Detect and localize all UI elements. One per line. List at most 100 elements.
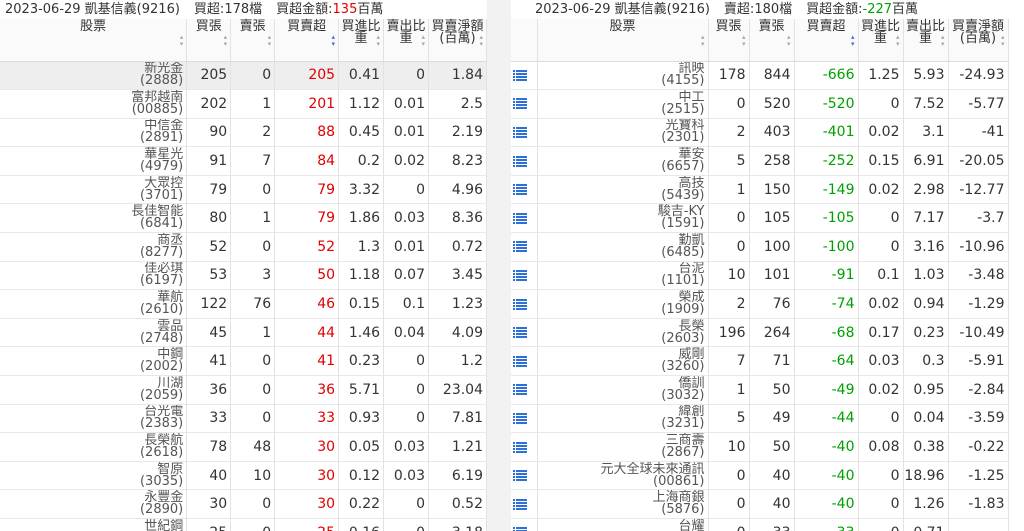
stock-name-cell[interactable]: 威剛 (3260) (537, 346, 709, 377)
table-row[interactable]: 高技 (5439) 1 150 -149 0.02 2.98 -12.77 (511, 175, 1009, 205)
left-header-buy-ratio[interactable]: 買進比重 ▴ ▾ (338, 19, 385, 62)
table-row[interactable]: 華安 (6657) 5 258 -252 0.15 6.91 -20.05 (511, 146, 1009, 176)
stock-name-cell[interactable]: 華安 (6657) (537, 146, 709, 176)
table-row[interactable]: 華航 (2610) 122 76 46 0.15 0.1 1.23 (0, 289, 487, 319)
row-detail-button[interactable] (511, 461, 538, 491)
stock-name-cell[interactable]: 中工 (2515) (537, 89, 709, 119)
table-row[interactable]: 大眾控 (3701) 79 0 79 3.32 0 4.96 (0, 175, 487, 205)
row-detail-button[interactable] (511, 175, 538, 205)
stock-name-cell[interactable]: 長榮航 (2618) (0, 432, 188, 462)
right-header-net-amount[interactable]: 買賣淨額(百萬) ▴ ▾ (948, 19, 1009, 62)
stock-name-cell[interactable]: 雲品 (2748) (0, 318, 188, 348)
table-row[interactable]: 台耀(4746)033-3300.71- (511, 518, 1009, 531)
stock-name-cell[interactable]: 元大全球未來通訊 (00861) (537, 461, 709, 491)
table-row[interactable]: 富邦越南 (00885) 202 1 201 1.12 0.01 2.5 (0, 89, 487, 119)
row-detail-button[interactable] (511, 289, 538, 319)
table-row[interactable]: 佳必琪 (6197) 53 3 50 1.18 0.07 3.45 (0, 261, 487, 291)
table-row[interactable]: 永豐金 (2890) 30 0 30 0.22 0 0.52 (0, 489, 487, 519)
stock-name-cell[interactable]: 三商壽 (2867) (537, 432, 709, 462)
row-detail-button[interactable] (511, 404, 538, 434)
row-detail-button[interactable] (511, 346, 538, 377)
stock-name-cell[interactable]: 中信金 (2891) (0, 118, 188, 148)
stock-name-cell[interactable]: 世紀鋼(9958) (0, 518, 188, 531)
right-header-net[interactable]: 買賣超 ▴ ▾ (794, 19, 859, 62)
right-header-buy-ratio[interactable]: 買進比重 ▴ ▾ (858, 19, 904, 62)
table-row[interactable]: 華星光 (4979) 91 7 84 0.2 0.02 8.23 (0, 146, 487, 176)
cell-buy-ratio: 0.02 (858, 289, 904, 319)
left-header-net[interactable]: 買賣超 ▴ ▾ (274, 19, 340, 62)
stock-name-cell[interactable]: 華航 (2610) (0, 289, 188, 319)
table-row[interactable]: 中鋼 (2002) 41 0 41 0.23 0 1.2 (0, 346, 487, 377)
row-detail-button[interactable] (511, 232, 538, 262)
row-detail-button[interactable] (511, 61, 538, 91)
stock-name-cell[interactable]: 高技 (5439) (537, 175, 709, 205)
table-row[interactable]: 長佳智能 (6841) 80 1 79 1.86 0.03 8.36 (0, 203, 487, 234)
stock-name-cell[interactable]: 長榮 (2603) (537, 318, 709, 348)
row-detail-button[interactable] (511, 318, 538, 348)
stock-name-cell[interactable]: 佳必琪 (6197) (0, 261, 188, 291)
table-row[interactable]: 中信金 (2891) 90 2 88 0.45 0.01 2.19 (0, 118, 487, 148)
table-row[interactable]: 僑訓 (3032) 1 50 -49 0.02 0.95 -2.84 (511, 375, 1009, 405)
stock-name-cell[interactable]: 永豐金 (2890) (0, 489, 188, 519)
table-row[interactable]: 駿吉-KY (1591) 0 105 -105 0 7.17 -3.7 (511, 203, 1009, 234)
table-row[interactable]: 智原 (3035) 40 10 30 0.12 0.03 6.19 (0, 461, 487, 491)
table-row[interactable]: 榮成 (1909) 2 76 -74 0.02 0.94 -1.29 (511, 289, 1009, 319)
table-row[interactable]: 緯創 (3231) 5 49 -44 0 0.04 -3.59 (511, 404, 1009, 434)
stock-name-cell[interactable]: 新光金 (2888) (0, 61, 188, 91)
stock-name-cell[interactable]: 中鋼 (2002) (0, 346, 188, 377)
left-header-sell-ratio[interactable]: 賣出比重 ▴ ▾ (383, 19, 429, 62)
right-header-sell-ratio[interactable]: 賣出比重 ▴ ▾ (903, 19, 949, 62)
table-row[interactable]: 長榮航 (2618) 78 48 30 0.05 0.03 1.21 (0, 432, 487, 462)
stock-name-cell[interactable]: 智原 (3035) (0, 461, 188, 491)
right-header-buy-volume[interactable]: 買張 ▴ ▾ (708, 19, 750, 62)
row-detail-button[interactable] (511, 146, 538, 176)
table-row[interactable]: 商丞 (8277) 52 0 52 1.3 0.01 0.72 (0, 232, 487, 262)
stock-name-cell[interactable]: 勤凱 (6485) (537, 232, 709, 262)
left-header-sell-volume[interactable]: 賣張 ▴ ▾ (230, 19, 276, 62)
stock-name-cell[interactable]: 華星光 (4979) (0, 146, 188, 176)
table-row[interactable]: 雲品 (2748) 45 1 44 1.46 0.04 4.09 (0, 318, 487, 348)
stock-name-cell[interactable]: 台泥 (1101) (537, 261, 709, 291)
stock-name-cell[interactable]: 商丞 (8277) (0, 232, 188, 262)
row-detail-button[interactable] (511, 489, 538, 519)
row-detail-button[interactable] (511, 203, 538, 234)
stock-name-cell[interactable]: 上海商銀 (5876) (537, 489, 709, 519)
stock-name-cell[interactable]: 光寶科 (2301) (537, 118, 709, 148)
row-detail-button[interactable] (511, 375, 538, 405)
table-row[interactable]: 勤凱 (6485) 0 100 -100 0 3.16 -10.96 (511, 232, 1009, 262)
stock-name-cell[interactable]: 台光電 (2383) (0, 404, 188, 434)
table-row[interactable]: 威剛 (3260) 7 71 -64 0.03 0.3 -5.91 (511, 346, 1009, 377)
stock-name-cell[interactable]: 駿吉-KY (1591) (537, 203, 709, 234)
row-detail-button[interactable] (511, 518, 538, 531)
stock-name-cell[interactable]: 僑訓 (3032) (537, 375, 709, 405)
left-header-net-amount[interactable]: 買賣淨額(百萬) ▴ ▾ (428, 19, 487, 62)
table-row[interactable]: 台泥 (1101) 10 101 -91 0.1 1.03 -3.48 (511, 261, 1009, 291)
table-row[interactable]: 光寶科 (2301) 2 403 -401 0.02 3.1 -41 (511, 118, 1009, 148)
table-row[interactable]: 長榮 (2603) 196 264 -68 0.17 0.23 -10.49 (511, 318, 1009, 348)
stock-name-cell[interactable]: 川湖 (2059) (0, 375, 188, 405)
table-row[interactable]: 中工 (2515) 0 520 -520 0 7.52 -5.77 (511, 89, 1009, 119)
table-row[interactable]: 訊映 (4155) 178 844 -666 1.25 5.93 -24.93 (511, 61, 1009, 91)
stock-name-cell[interactable]: 長佳智能 (6841) (0, 203, 188, 234)
table-row[interactable]: 新光金 (2888) 205 0 205 0.41 0 1.84 (0, 61, 487, 91)
table-row[interactable]: 上海商銀 (5876) 0 40 -40 0 1.26 -1.83 (511, 489, 1009, 519)
row-detail-button[interactable] (511, 118, 538, 148)
table-row[interactable]: 元大全球未來通訊 (00861) 0 40 -40 0 18.96 -1.25 (511, 461, 1009, 491)
table-row[interactable]: 台光電 (2383) 33 0 33 0.93 0 7.81 (0, 404, 487, 434)
stock-name-cell[interactable]: 榮成 (1909) (537, 289, 709, 319)
row-detail-button[interactable] (511, 89, 538, 119)
stock-name-cell[interactable]: 富邦越南 (00885) (0, 89, 188, 119)
table-row[interactable]: 世紀鋼(9958)250250.1603.18 (0, 518, 487, 531)
left-header-buy-volume[interactable]: 買張 ▴ ▾ (186, 19, 232, 62)
stock-name-cell[interactable]: 台耀(4746) (537, 518, 709, 531)
stock-name-cell[interactable]: 訊映 (4155) (537, 61, 709, 91)
right-header-sell-volume[interactable]: 賣張 ▴ ▾ (749, 19, 795, 62)
stock-name-cell[interactable]: 大眾控 (3701) (0, 175, 188, 205)
row-detail-button[interactable] (511, 261, 538, 291)
table-row[interactable]: 川湖 (2059) 36 0 36 5.71 0 23.04 (0, 375, 487, 405)
left-header-stock[interactable]: 股票 ▴ ▾ (0, 19, 188, 62)
table-row[interactable]: 三商壽 (2867) 10 50 -40 0.08 0.38 -0.22 (511, 432, 1009, 462)
stock-name-cell[interactable]: 緯創 (3231) (537, 404, 709, 434)
row-detail-button[interactable] (511, 432, 538, 462)
right-header-stock[interactable]: 股票 ▴ ▾ (537, 19, 709, 62)
